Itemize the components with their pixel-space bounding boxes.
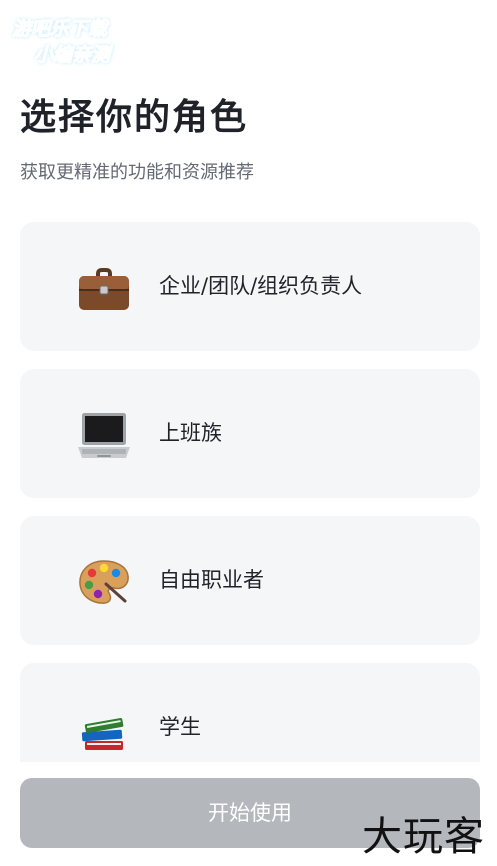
role-label: 学生 [159,715,201,739]
role-option-manager[interactable]: 企业/团队/组织负责人 [20,222,480,351]
watermark-line-1: 游吧乐下载 [11,18,108,41]
page-title: 选择你的角色 [20,97,249,138]
role-option-student[interactable]: 学生 [20,663,480,762]
watermark-logo-top: 游吧乐下载 小编亲测 [10,8,150,68]
briefcase-icon [79,268,129,310]
role-label: 自由职业者 [159,568,264,592]
page-subtitle: 获取更精准的功能和资源推荐 [20,162,254,183]
watermark-logo-bottom: 大玩客 [362,814,485,860]
palette-icon [79,560,129,604]
role-label: 上班族 [159,421,222,445]
watermark-line-2: 小编亲测 [33,44,111,67]
books-icon [81,717,124,750]
role-option-office-worker[interactable]: 上班族 [20,369,480,498]
role-option-freelancer[interactable]: 自由职业者 [20,516,480,645]
role-label: 企业/团队/组织负责人 [159,274,363,298]
laptop-icon [78,413,130,458]
role-list: 企业/团队/组织负责人 上班族 自由职业者 学生 [20,222,480,762]
